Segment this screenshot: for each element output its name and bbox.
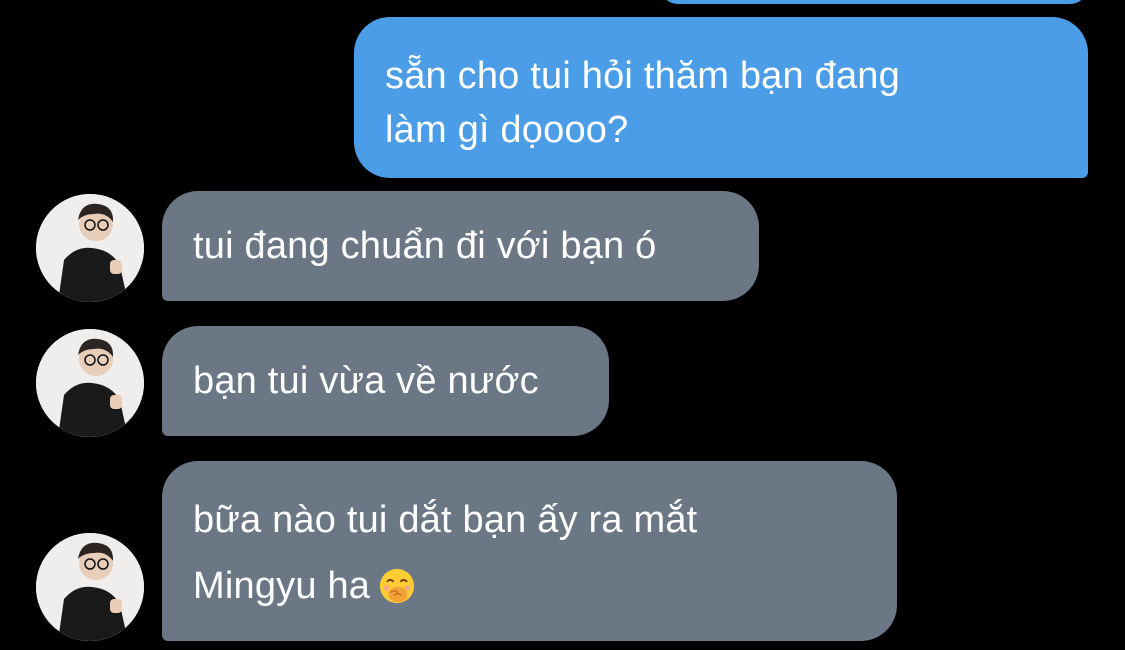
contact-avatar[interactable] xyxy=(36,533,144,641)
message-text-line: sẵn cho tui hỏi thăm bạn đang xyxy=(385,55,900,97)
message-text-line: làm gì dọooo? xyxy=(385,109,629,151)
previous-message-bubble[interactable] xyxy=(660,0,1088,4)
message-text-line: tui đang chuẩn đi với bạn ó xyxy=(193,225,657,267)
person-avatar-icon xyxy=(36,533,144,641)
person-avatar-icon xyxy=(36,329,144,437)
contact-avatar[interactable] xyxy=(36,194,144,302)
message-text-line: bạn tui vừa về nước xyxy=(193,360,539,402)
message-text-line-with-emoji: Mingyu ha xyxy=(193,553,867,619)
message-text: Mingyu ha xyxy=(193,565,371,607)
incoming-message-bubble[interactable]: bữa nào tui dắt bạn ấy ra mắt Mingyu ha xyxy=(162,461,897,641)
person-avatar-icon xyxy=(36,194,144,302)
contact-avatar[interactable] xyxy=(36,329,144,437)
chat-thread: sẵn cho tui hỏi thăm bạn đang làm gì dọo… xyxy=(0,0,1125,650)
hand-over-mouth-emoji-icon xyxy=(380,568,415,604)
outgoing-message-bubble[interactable]: sẵn cho tui hỏi thăm bạn đang làm gì dọo… xyxy=(354,17,1088,178)
message-text-line: bữa nào tui dắt bạn ấy ra mắt xyxy=(193,499,698,541)
incoming-message-bubble[interactable]: tui đang chuẩn đi với bạn ó xyxy=(162,191,759,301)
incoming-message-bubble[interactable]: bạn tui vừa về nước xyxy=(162,326,609,436)
